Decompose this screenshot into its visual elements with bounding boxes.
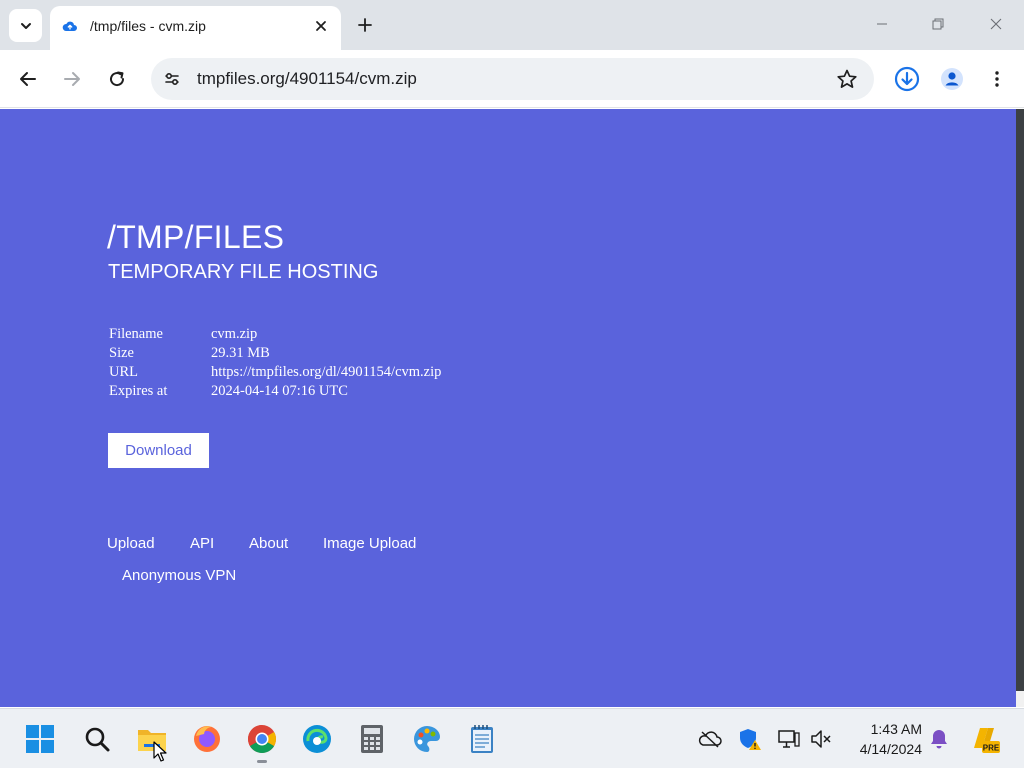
windows-start-icon (26, 725, 54, 753)
page-scrollbar[interactable] (1016, 109, 1024, 707)
upload-link[interactable]: Upload (107, 535, 155, 552)
downloads-button[interactable] (893, 65, 921, 93)
arrow-left-icon (20, 72, 36, 86)
site-subtitle: TEMPORARY FILE HOSTING (108, 261, 379, 283)
network-icon (778, 730, 800, 748)
close-window-button[interactable] (982, 10, 1010, 38)
security-warning-icon (740, 729, 761, 750)
minimize-icon (877, 23, 887, 25)
copilot-button[interactable]: PRE (968, 722, 1000, 754)
restore-button[interactable] (924, 10, 952, 38)
forward-button[interactable] (58, 65, 86, 93)
volume-muted-icon (811, 730, 831, 748)
clock-time: 1:43 AM (870, 721, 922, 737)
onedrive-tray-button[interactable] (698, 727, 722, 751)
new-tab-button[interactable] (353, 13, 377, 37)
browser-tab-active[interactable]: /tmp/files - cvm.zip (50, 6, 341, 50)
restore-icon (932, 18, 944, 30)
star-icon[interactable] (836, 68, 858, 90)
profile-button[interactable] (938, 65, 966, 93)
edge-button[interactable] (300, 722, 334, 756)
plus-icon (358, 18, 372, 32)
active-app-indicator (257, 760, 267, 763)
onedrive-icon (698, 731, 722, 748)
site-info-button[interactable] (161, 68, 183, 90)
size-label: Size (109, 345, 134, 361)
system-clock[interactable]: 1:43 AM 4/14/2024 (844, 719, 922, 759)
expires-value: 2024-04-14 07:16 UTC (211, 383, 348, 399)
start-button[interactable] (23, 722, 57, 756)
reload-button[interactable] (103, 65, 131, 93)
edge-icon (303, 725, 331, 753)
download-button[interactable]: Download (108, 433, 209, 468)
table-row: URL https://tmpfiles.org/dl/4901154/cvm.… (106, 363, 444, 382)
minimize-button[interactable] (868, 10, 896, 38)
tune-icon (165, 72, 179, 86)
tab-strip: /tmp/files - cvm.zip (0, 0, 1024, 50)
expires-label: Expires at (109, 383, 168, 399)
filename-label: Filename (109, 326, 163, 342)
file-info-table: Filename cvm.zip Size 29.31 MB URL https… (106, 325, 444, 401)
tab-search-button[interactable] (9, 9, 42, 42)
chevron-down-icon (20, 22, 31, 29)
profile-icon (941, 68, 963, 90)
api-link[interactable]: API (190, 535, 214, 552)
page-content: /TMP/FILES TEMPORARY FILE HOSTING Filena… (0, 109, 1016, 707)
site-title: /TMP/FILES (107, 219, 285, 255)
network-tray-button[interactable] (777, 727, 801, 751)
url-label: URL (109, 364, 138, 380)
cloud-upload-icon (62, 21, 77, 31)
reload-icon (110, 71, 125, 87)
copilot-pre-icon: PRE (974, 728, 1000, 753)
address-bar[interactable]: tmpfiles.org/4901154/cvm.zip (151, 58, 874, 100)
notepad-button[interactable] (465, 722, 499, 756)
security-tray-button[interactable] (738, 727, 762, 751)
notifications-button[interactable] (927, 727, 951, 751)
svg-text:PRE: PRE (983, 744, 1000, 753)
url-text[interactable]: tmpfiles.org/4901154/cvm.zip (197, 69, 417, 89)
menu-button[interactable] (983, 65, 1011, 93)
table-row: Size 29.31 MB (106, 344, 444, 363)
bell-icon (931, 730, 947, 749)
close-icon[interactable] (313, 18, 329, 34)
clock-date: 4/14/2024 (859, 741, 922, 757)
filename-value: cvm.zip (211, 326, 258, 342)
back-button[interactable] (14, 65, 42, 93)
volume-tray-button[interactable] (809, 727, 833, 751)
calculator-icon (361, 725, 383, 753)
arrow-right-icon (64, 72, 80, 86)
size-value: 29.31 MB (211, 345, 270, 361)
paint-button[interactable] (410, 722, 444, 756)
download-icon (894, 66, 920, 92)
firefox-icon (194, 726, 220, 752)
table-row: Filename cvm.zip (106, 325, 444, 344)
browser-toolbar: tmpfiles.org/4901154/cvm.zip (0, 50, 1024, 108)
anonymous-vpn-link[interactable]: Anonymous VPN (122, 567, 236, 584)
chrome-button[interactable] (245, 722, 279, 756)
scrollbar-thumb[interactable] (1016, 109, 1024, 691)
mouse-cursor (153, 741, 167, 762)
about-link[interactable]: About (249, 535, 288, 552)
more-vert-icon (995, 71, 999, 87)
tab-title: /tmp/files - cvm.zip (90, 18, 206, 34)
chrome-icon (248, 725, 276, 753)
notepad-icon (471, 725, 493, 753)
image-upload-link[interactable]: Image Upload (323, 535, 416, 552)
search-icon (85, 727, 110, 752)
close-icon (990, 18, 1002, 30)
taskbar-search-button[interactable] (80, 722, 114, 756)
table-row: Expires at 2024-04-14 07:16 UTC (106, 382, 444, 401)
calculator-button[interactable] (355, 722, 389, 756)
url-value: https://tmpfiles.org/dl/4901154/cvm.zip (211, 364, 442, 380)
paint-icon (414, 726, 440, 752)
firefox-button[interactable] (190, 722, 224, 756)
